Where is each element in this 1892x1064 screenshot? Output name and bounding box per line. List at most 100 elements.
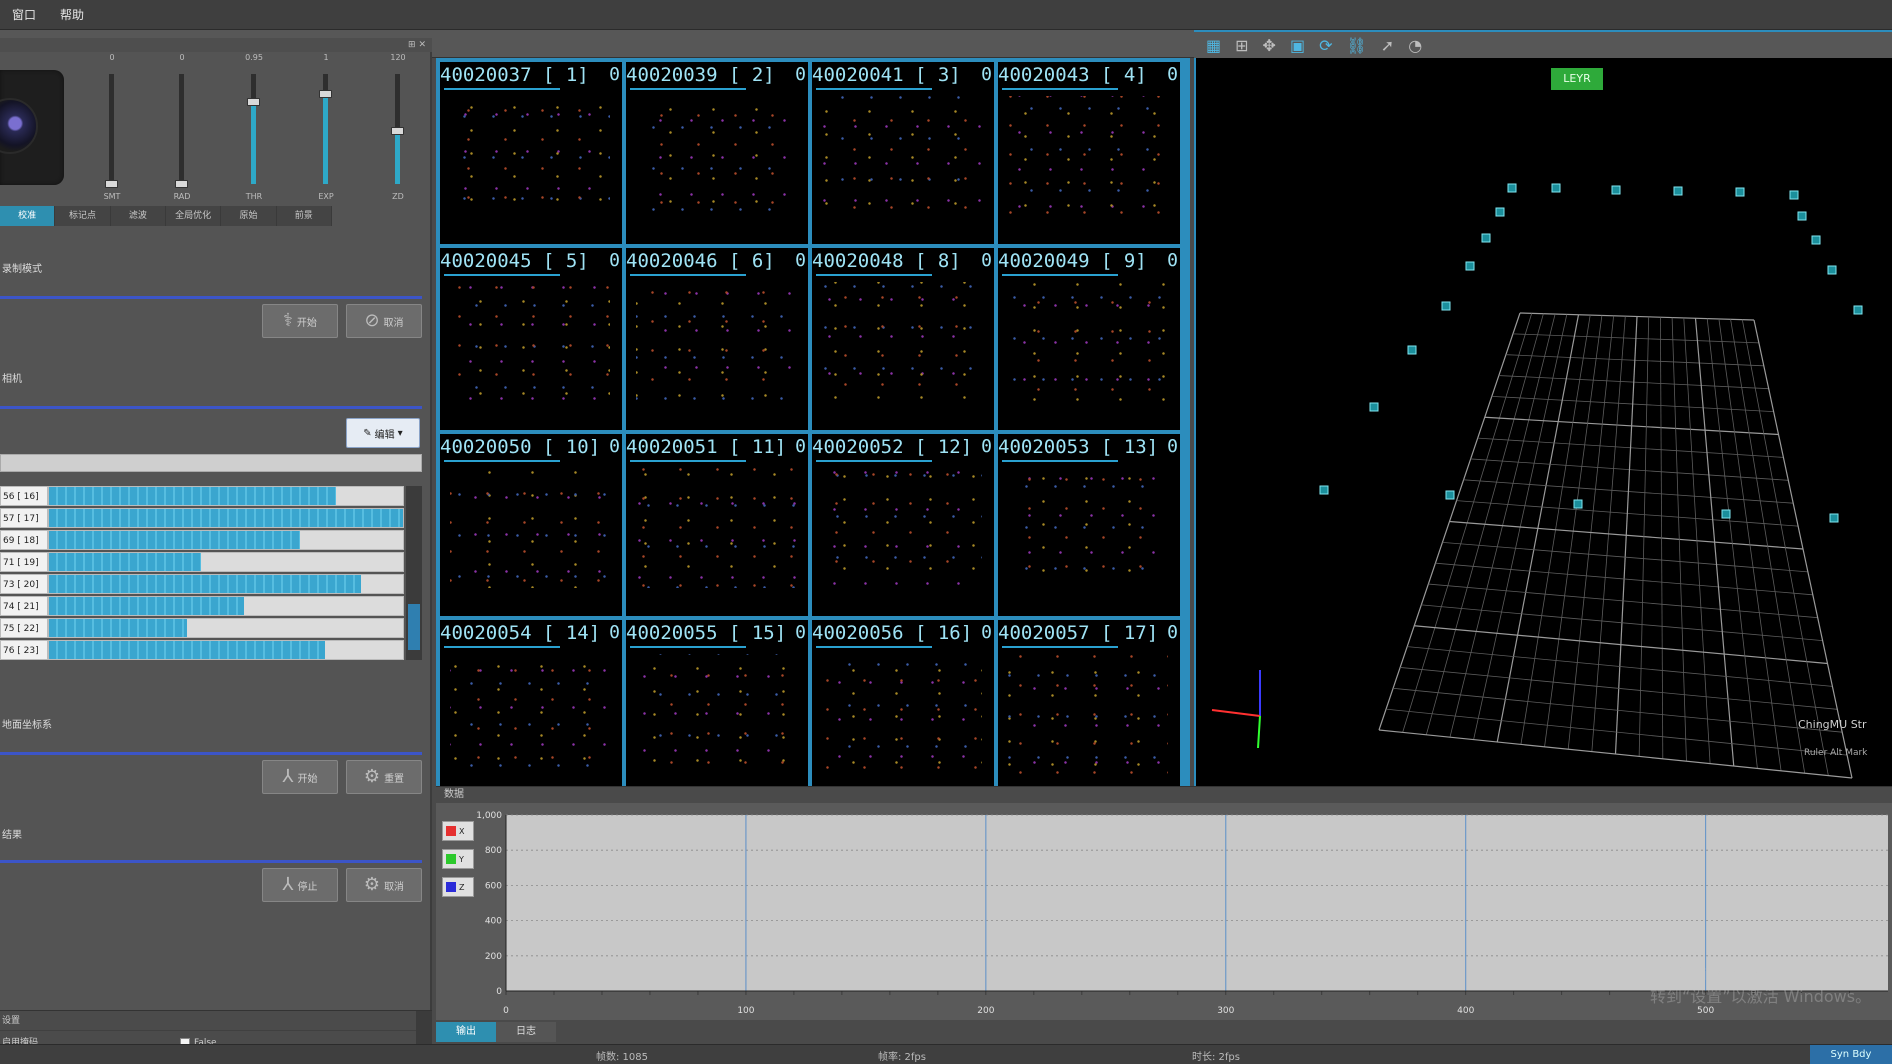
tab-markers[interactable]: 标记点 <box>55 206 111 226</box>
camera-index-label: [ 12] <box>914 436 973 458</box>
slider-smt[interactable]: 0 SMT <box>92 52 132 212</box>
camera-view-cell[interactable]: 40020045 [ 5] 0 <box>440 248 622 430</box>
list-item[interactable]: 71 [ 19] <box>0 552 404 572</box>
camera-marker-icon <box>1827 265 1837 275</box>
camera-view-cell[interactable]: 40020056 [ 16] 0 <box>812 620 994 802</box>
rotate-icon[interactable]: ⟳ <box>1319 36 1332 55</box>
camera-view-cell[interactable]: 40020041 [ 3] 0 <box>812 62 994 244</box>
list-item[interactable]: 73 [ 20] <box>0 574 404 594</box>
sync-button[interactable]: Syn Bdy <box>1810 1045 1892 1064</box>
slider-track[interactable] <box>391 74 404 184</box>
slider-track[interactable] <box>319 74 332 184</box>
slider-label: EXP <box>318 192 334 201</box>
stop-button[interactable]: ⅄ 停止 <box>262 868 338 902</box>
camera-index-label: [ 8] <box>914 250 961 272</box>
slider-track[interactable] <box>105 74 118 188</box>
list-item[interactable]: 69 [ 18] <box>0 530 404 550</box>
move-icon[interactable]: ✥ <box>1263 36 1276 55</box>
legend-x[interactable]: X <box>442 821 474 841</box>
tab-raw[interactable]: 原始 <box>221 206 277 226</box>
camera-marker-count: 0 <box>981 64 992 85</box>
legend-z[interactable]: Z <box>442 877 474 897</box>
camera-id-text: 40020054 <box>440 622 532 644</box>
edit-button[interactable]: ✎ 编辑 ▾ <box>346 418 420 448</box>
slider-thumb[interactable] <box>391 127 404 136</box>
camera-marker-icon <box>1797 211 1807 221</box>
3d-viewport[interactable]: LEYR ChingMU Str Ruler Alt Mark <box>1194 58 1892 786</box>
link-icon[interactable]: ⛓ <box>1346 36 1366 55</box>
slider-exp[interactable]: 1 EXP <box>306 52 346 212</box>
camera-index-label: [ 15] <box>728 622 787 644</box>
tab-filter[interactable]: 滤波 <box>111 206 166 226</box>
layout-icon[interactable]: ▦ <box>1206 36 1221 55</box>
slider-thumb[interactable] <box>105 180 118 188</box>
camera-view-cell[interactable]: 40020054 [ 14] 0 <box>440 620 622 802</box>
list-item[interactable]: 76 [ 23] <box>0 640 404 660</box>
cancel-button[interactable]: ⊘ 取消 <box>346 304 422 338</box>
prop-row-settings[interactable]: 设置 <box>0 1011 416 1031</box>
status-frames: 帧数: 1085 <box>596 1052 648 1063</box>
slider-rad[interactable]: 0 RAD <box>162 52 202 212</box>
camera-view-cell[interactable]: 40020037 [ 1] 0 <box>440 62 622 244</box>
tab-log[interactable]: 日志 <box>496 1022 556 1042</box>
bar-label: 69 [ 18] <box>0 530 48 550</box>
tab-global-opt[interactable]: 全局优化 <box>166 206 222 226</box>
bar-list-scrollbar[interactable] <box>406 486 422 660</box>
camera-view-cell[interactable]: 40020046 [ 6] 0 <box>626 248 808 430</box>
axis-y-line <box>1257 715 1261 749</box>
camera-view-cell[interactable]: 40020053 [ 13] 0 <box>998 434 1180 616</box>
tab-output[interactable]: 输出 <box>436 1022 496 1042</box>
camera-id-label: 40020045 [ 5] <box>440 250 622 272</box>
camera-view-cell[interactable]: 40020052 [ 12] 0 <box>812 434 994 616</box>
ground-start-button[interactable]: ⅄ 开始 <box>262 760 338 794</box>
camera-view-cell[interactable]: 40020055 [ 15] 0 <box>626 620 808 802</box>
slider-track[interactable] <box>175 74 188 188</box>
camera-marker-icon <box>1495 207 1505 217</box>
list-item[interactable]: 56 [ 16] <box>0 486 404 506</box>
y-tick-label: 400 <box>485 917 502 927</box>
tab-foreground[interactable]: 前景 <box>277 206 332 226</box>
bar-label: 56 [ 16] <box>0 486 48 506</box>
menu-help[interactable]: 帮助 <box>48 6 96 23</box>
list-item[interactable]: 57 [ 17] <box>0 508 404 528</box>
slider-thumb[interactable] <box>319 89 332 98</box>
camera-icon[interactable]: ▣ <box>1290 36 1305 55</box>
ground-reset-button[interactable]: ⚙ 重置 <box>346 760 422 794</box>
camera-view-cell[interactable]: 40020048 [ 8] 0 <box>812 248 994 430</box>
camera-filter-bar[interactable] <box>0 454 422 472</box>
camera-noise-image <box>1008 654 1168 774</box>
camera-view-cell[interactable]: 40020049 [ 9] 0 <box>998 248 1180 430</box>
camera-view-cell[interactable]: 40020043 [ 4] 0 <box>998 62 1180 244</box>
close-icon[interactable]: ✕ <box>418 40 426 50</box>
camera-view-cell[interactable]: 40020039 [ 2] 0 <box>626 62 808 244</box>
slider-track[interactable] <box>247 74 260 184</box>
scrollbar-thumb[interactable] <box>408 604 420 650</box>
tab-calibration[interactable]: 校准 <box>0 206 56 226</box>
bottom-tab-bar: 输出 日志 <box>436 1022 556 1042</box>
pin-icon[interactable]: ⊞ <box>408 40 416 50</box>
edit-button-label: 编辑 <box>374 429 395 441</box>
menu-window[interactable]: 窗口 <box>0 6 48 23</box>
camera-noise-image <box>822 468 982 588</box>
camera-index-label: [ 9] <box>1100 250 1147 272</box>
camera-view-cell[interactable]: 40020051 [ 11] 0 <box>626 434 808 616</box>
grid-icon[interactable]: ⊞ <box>1235 36 1248 55</box>
y-tick-label: 600 <box>485 881 502 891</box>
start-button[interactable]: ⚕ 开始 <box>262 304 338 338</box>
result-cancel-button[interactable]: ⚙ 取消 <box>346 868 422 902</box>
legend-y[interactable]: Y <box>442 849 474 869</box>
camera-view-cell[interactable]: 40020057 [ 17] 0 <box>998 620 1180 802</box>
camera-bar-list: 56 [ 16] 57 [ 17] 69 [ 18] 71 [ 19] 73 [… <box>0 486 424 660</box>
slider-thumb[interactable] <box>247 97 260 106</box>
slider-thumb[interactable] <box>175 180 188 188</box>
slider-zd[interactable]: 120 ZD <box>378 52 418 212</box>
arrow-icon[interactable]: ➚ <box>1381 36 1394 55</box>
list-item[interactable]: 74 [ 21] <box>0 596 404 616</box>
wand-icon: ⚕ <box>283 310 293 331</box>
gauge-icon[interactable]: ◔ <box>1408 36 1422 55</box>
slider-thr[interactable]: 0.95 THR <box>234 52 274 212</box>
chart-panel-title: 数据 <box>436 787 1892 803</box>
floor-grid-line <box>1386 708 1848 756</box>
list-item[interactable]: 75 [ 22] <box>0 618 404 638</box>
camera-view-cell[interactable]: 40020050 [ 10] 0 <box>440 434 622 616</box>
